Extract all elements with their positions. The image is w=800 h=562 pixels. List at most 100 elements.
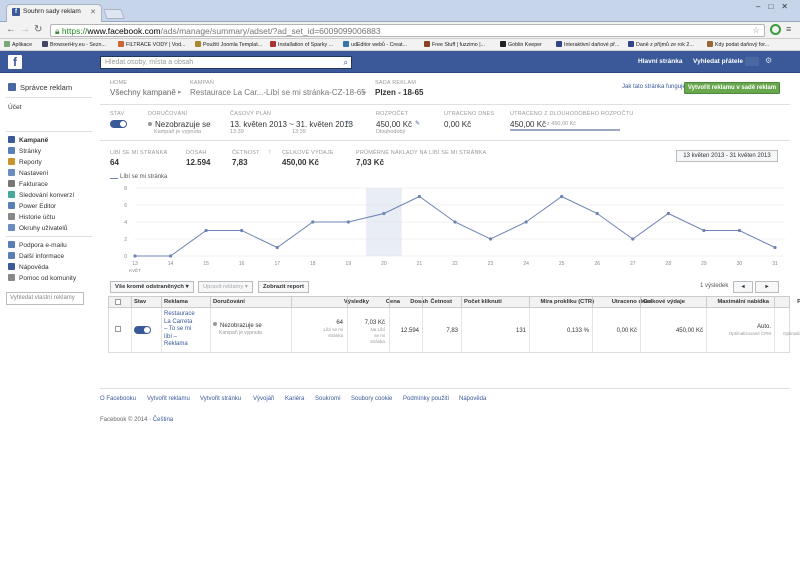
home-link[interactable]: Hlavní stránka — [638, 58, 682, 65]
sidebar-item-billing[interactable]: Fakturace — [8, 180, 48, 190]
sidebar-item-power-editor[interactable]: Power Editor — [8, 202, 56, 212]
crumb-all-campaigns[interactable]: Všechny kampaně — [110, 88, 176, 97]
footer-link[interactable]: O Facebooku — [100, 396, 136, 402]
facebook-logo-icon[interactable]: f — [8, 55, 22, 69]
sidebar-item-account-history[interactable]: Historie účtu — [8, 213, 55, 223]
sidebar-item-pages[interactable]: Stránky — [8, 147, 41, 157]
search-icon[interactable]: ⌕ — [344, 58, 348, 68]
footer-link[interactable]: Vývojáři — [253, 396, 274, 402]
row-checkbox[interactable] — [115, 326, 121, 332]
status-toggle[interactable] — [110, 120, 127, 128]
facebook-search-input[interactable]: Hledat osoby, místa a obsah ⌕ — [100, 56, 352, 69]
sidebar-item-audiences[interactable]: Okruhy uživatelů — [8, 224, 67, 234]
footer-link[interactable]: Soukromí — [315, 396, 341, 402]
date-range-picker[interactable]: 13 květen 2013 - 31 květen 2013 — [676, 150, 778, 162]
footer-link[interactable]: Soubory cookie — [351, 396, 392, 402]
window-controls[interactable]: –□✕ — [756, 2, 796, 11]
view-report-button[interactable]: Zobrazit report — [258, 281, 309, 293]
table-row[interactable]: Restaurace La Carreta – To se mi líbí – Rekl… — [108, 308, 800, 353]
ad-name-link[interactable]: – To se mi — [164, 326, 191, 332]
help-icon[interactable]: ? — [164, 150, 167, 156]
language-link[interactable]: Čeština — [153, 417, 173, 423]
edit-schedule-icon[interactable]: ✎ — [346, 120, 351, 127]
sidebar-item-reports[interactable]: Reporty — [8, 158, 42, 168]
sidebar-item-settings[interactable]: Nastavení — [8, 169, 48, 179]
footer-link[interactable]: Nápověda — [459, 396, 486, 402]
reload-icon[interactable]: ↻ — [34, 24, 42, 35]
bookmark-item[interactable]: Installation of Sparky ... — [270, 41, 333, 48]
column-separator — [640, 297, 641, 308]
help-icon[interactable]: ? — [476, 150, 479, 156]
help-icon[interactable]: ? — [268, 150, 271, 156]
ad-name-link[interactable]: Reklama — [164, 341, 188, 347]
bookmark-item[interactable]: BrowserHry.eu - Sezn... — [42, 41, 106, 48]
sidebar-item-help[interactable]: Nápověda — [8, 263, 49, 273]
maximize-icon[interactable]: □ — [768, 2, 781, 11]
select-all-checkbox[interactable] — [115, 299, 121, 305]
sidebar-item-email-support[interactable]: Podpora e-mailu — [8, 241, 67, 251]
bookmark-item[interactable]: Aplikace — [4, 41, 32, 48]
sidebar-item-label: Nápověda — [19, 264, 49, 271]
column-header[interactable]: Stav — [134, 299, 148, 305]
ad-search-input[interactable]: Vyhledat vlastní reklamy — [6, 292, 84, 305]
column-header[interactable]: Celkové výdaje — [643, 299, 685, 305]
minimize-icon[interactable]: – — [756, 2, 768, 11]
star-bookmark-icon[interactable]: ☆ — [752, 25, 760, 36]
bookmark-item[interactable]: Free Stuff | fuzzimo |... — [424, 41, 485, 48]
bookmark-item[interactable]: FILTRACE VODY | Vod... — [118, 41, 185, 48]
chevron-right-icon: ▸ — [765, 284, 769, 290]
column-header[interactable]: Doručování — [213, 299, 256, 305]
next-page-button[interactable]: ▸ — [755, 281, 779, 293]
column-header[interactable]: Maximální nabídka — [709, 299, 769, 305]
cost-value: 7,03 Kč — [364, 320, 385, 326]
bookmark-item[interactable]: Použití Joomla Templat... — [195, 41, 262, 48]
ad-status-toggle[interactable] — [134, 326, 151, 334]
ad-name-link[interactable]: La Carreta — [164, 319, 192, 325]
column-header[interactable]: Četnost — [425, 299, 452, 305]
prev-page-button[interactable]: ◂ — [733, 281, 753, 293]
menu-icon[interactable]: ≡ — [786, 24, 791, 34]
column-header[interactable]: Míra prokliku (CTR) — [532, 299, 594, 305]
find-friends-link[interactable]: Vyhledat přátele — [693, 58, 743, 65]
sidebar-item-community[interactable]: Pomoc od komunity — [8, 274, 76, 284]
bookmark-item[interactable]: Daně z příjmů ze rok 2... — [628, 41, 694, 48]
facebook-favicon-icon: f — [12, 8, 20, 16]
bookmark-item[interactable]: udEditor webů - Creat... — [343, 41, 407, 48]
bookmark-item[interactable]: Goblin Keeper — [500, 41, 542, 48]
how-page-works-link[interactable]: Jak tato stránka funguje? — [622, 84, 689, 90]
status-dot-icon — [213, 322, 217, 326]
edit-ads-dropdown[interactable]: Upravit reklamy ▾ — [198, 281, 253, 293]
bookmark-favicon-icon — [4, 41, 10, 47]
forward-arrow-icon[interactable]: → — [20, 24, 30, 35]
footer-link[interactable]: Vytvořit stránku — [200, 396, 241, 402]
create-ad-button[interactable]: Vytvořit reklamu v sadě reklam — [684, 82, 780, 94]
bookmark-item[interactable]: Interaktivní daňové př... — [556, 41, 619, 48]
sidebar-item-info[interactable]: Další informace — [8, 252, 64, 262]
footer-link[interactable]: Kariéra — [285, 396, 304, 402]
edit-budget-icon[interactable]: ✎ — [415, 120, 420, 127]
new-tab-button[interactable] — [103, 9, 125, 19]
browser-tab[interactable]: f Souhrn sady reklam ✕ — [6, 4, 102, 22]
ad-name-link[interactable]: Restaurace — [164, 311, 195, 317]
filter-dropdown[interactable]: Vše kromě odstraněných ▾ — [110, 281, 194, 293]
bookmark-item[interactable]: Kdy podat daňový for... — [707, 41, 769, 48]
extension-icon[interactable] — [770, 24, 781, 35]
back-arrow-icon[interactable]: ← — [6, 24, 16, 35]
close-window-icon[interactable]: ✕ — [781, 2, 796, 11]
sidebar-title[interactable]: Správce reklam — [20, 83, 72, 92]
close-tab-icon[interactable]: ✕ — [90, 8, 96, 16]
column-header[interactable]: Průměrná cena — [777, 299, 800, 305]
crumb-campaign[interactable]: Restaurace La Car...-Líbí se mi stránka-… — [190, 88, 366, 97]
ad-name-link[interactable]: líbí – — [164, 334, 177, 340]
footer-link[interactable]: Vytvořit reklamu — [147, 396, 190, 402]
sidebar-item-conversion-tracking[interactable]: Sledování konverzí — [8, 191, 74, 201]
settings-gear-icon[interactable]: ⚙ — [765, 56, 772, 65]
bookmark-label: Free Stuff | fuzzimo |... — [432, 42, 485, 48]
footer-link[interactable]: Podmínky použití — [403, 396, 449, 402]
account-menu-icon[interactable] — [745, 57, 759, 66]
sidebar-item-campaigns[interactable]: Kampaně — [8, 136, 48, 146]
column-header[interactable]: Reklama — [164, 299, 188, 305]
column-header[interactable]: Počet kliknutí — [464, 299, 502, 305]
sidebar-account[interactable]: Účet — [8, 104, 21, 111]
address-bar[interactable]: 🔒︎ https://www.facebook.com/ads/manage/s… — [50, 24, 765, 37]
